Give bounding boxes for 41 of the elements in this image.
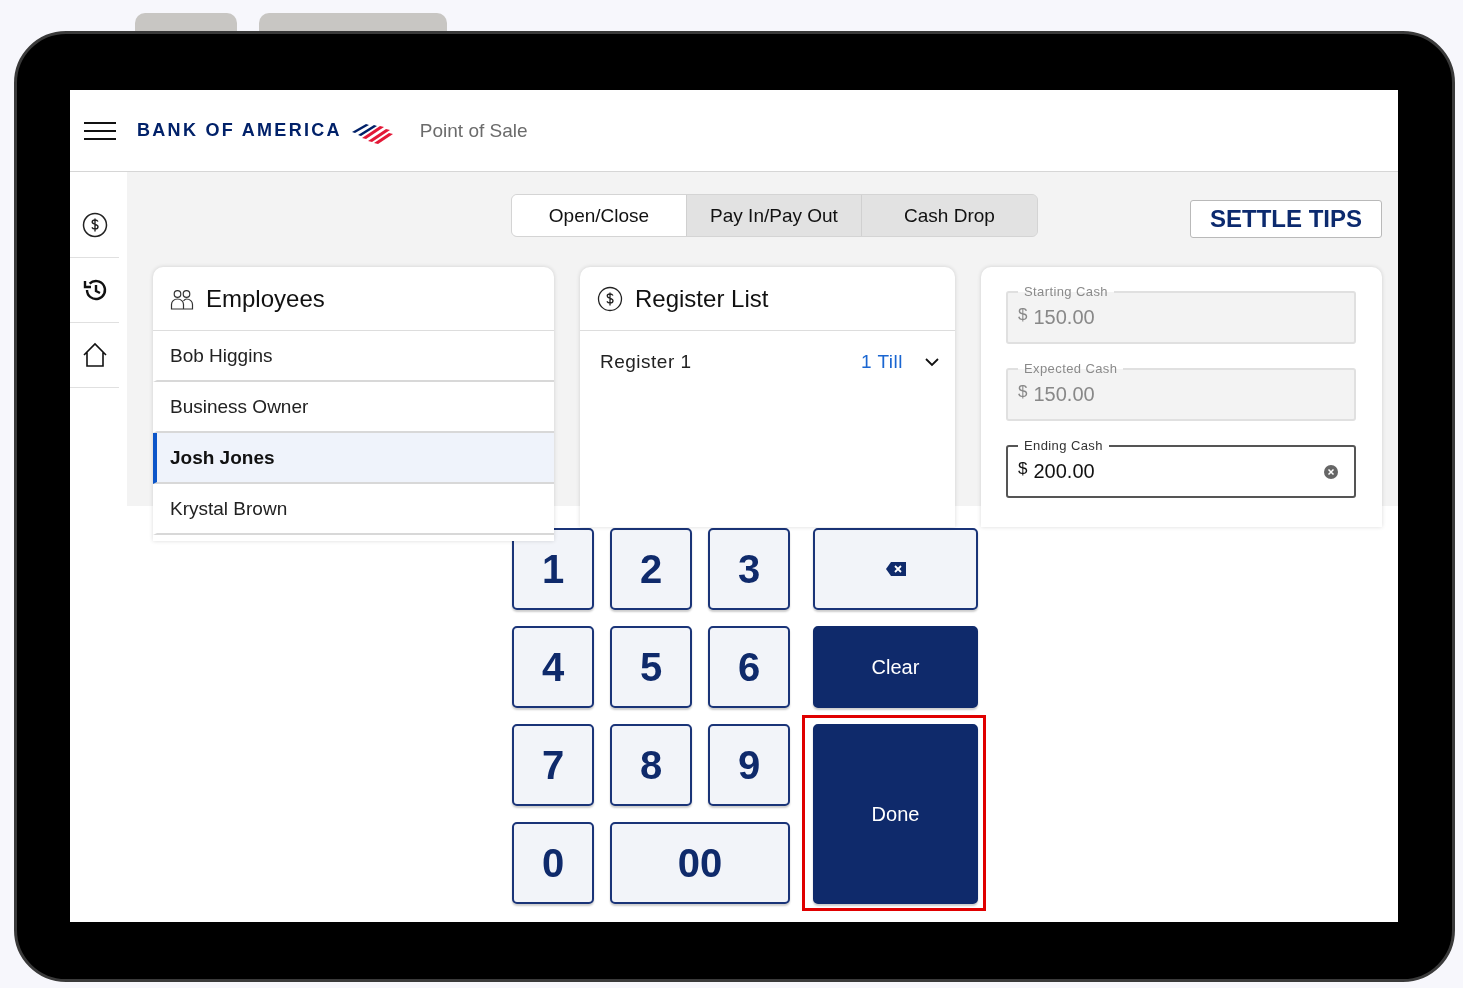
employee-item[interactable]: Josh Jones (153, 433, 554, 484)
currency-symbol: $ (1018, 459, 1028, 479)
done-button[interactable]: Done (813, 724, 978, 904)
number-key[interactable]: 1 (512, 528, 594, 610)
clear-icon[interactable] (1324, 464, 1338, 479)
card-title: Register List (635, 284, 769, 313)
field-value: 200.00 (1033, 460, 1096, 483)
currency-symbol: $ (1018, 305, 1028, 325)
chevron-icon[interactable] (925, 357, 939, 367)
number-key[interactable]: 4 (512, 626, 594, 708)
tab[interactable]: Open/Close (512, 195, 687, 236)
backspace-button[interactable] (813, 528, 978, 610)
card-title: Employees (206, 284, 325, 313)
number-key[interactable]: 5 (610, 626, 692, 708)
dollar-icon (81, 212, 108, 238)
settle-tips-button[interactable]: SETTLE TIPS (1190, 200, 1382, 238)
number-key[interactable]: 6 (708, 626, 790, 708)
number-key[interactable]: 3 (708, 528, 790, 610)
brand-name: BANK OF AMERICA (137, 120, 342, 141)
number-key[interactable]: 00 (610, 822, 790, 904)
number-key[interactable]: 8 (610, 724, 692, 806)
app-title: Point of Sale (419, 119, 528, 142)
menu-icon[interactable] (83, 120, 117, 141)
history-icon (81, 277, 108, 303)
employee-item[interactable]: Bob Higgins (153, 331, 554, 382)
employee-item[interactable]: Krystal Brown (153, 484, 554, 535)
currency-symbol: $ (1018, 382, 1028, 402)
number-key[interactable]: 0 (512, 822, 594, 904)
number-key[interactable]: 9 (708, 724, 790, 806)
field-value: 150.00 (1033, 306, 1096, 329)
dollar-icon (597, 285, 623, 312)
field-value: 150.00 (1033, 383, 1096, 406)
field-label: Expected Cash (1018, 361, 1124, 377)
field-label: Ending Cash (1018, 438, 1109, 454)
backspace-icon (884, 561, 907, 577)
field-label: Starting Cash (1018, 284, 1114, 300)
number-key[interactable]: 7 (512, 724, 594, 806)
clear-button[interactable]: Clear (813, 626, 978, 708)
till-count: 1 Till (860, 351, 903, 373)
number-key[interactable]: 2 (610, 528, 692, 610)
register-name: Register 1 (600, 351, 693, 373)
